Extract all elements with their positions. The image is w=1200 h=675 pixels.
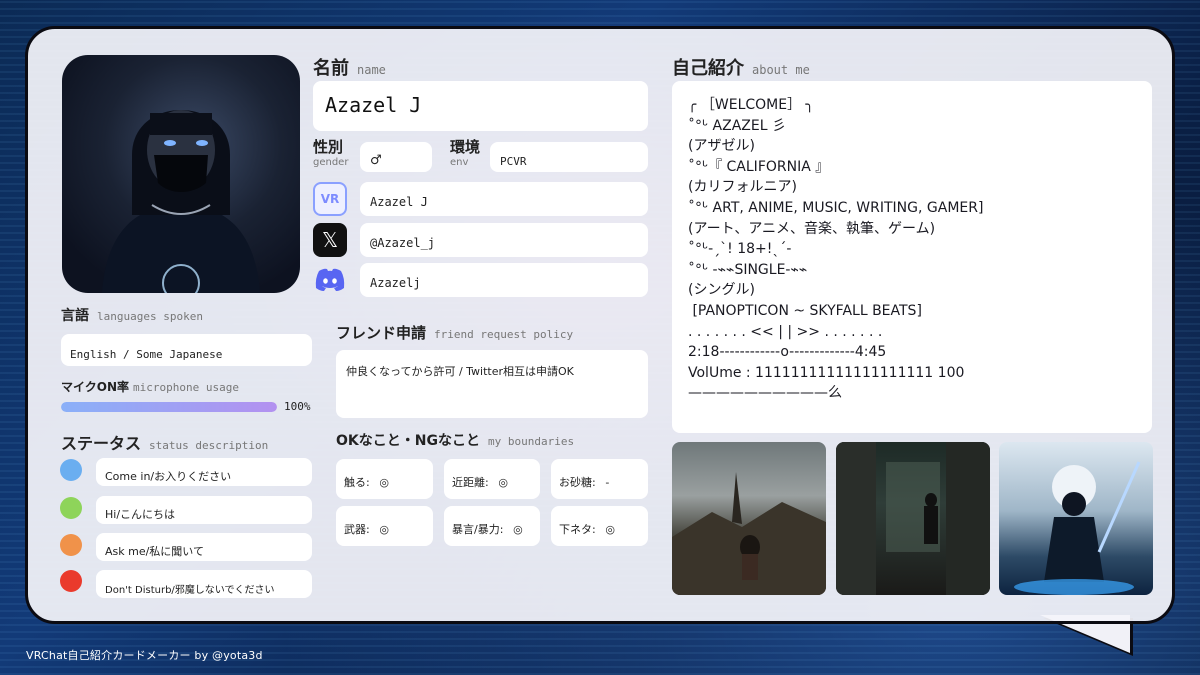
status-dot-green (60, 497, 82, 519)
mic-header: マイクON率 microphone usage (61, 380, 239, 394)
gender-field: ♂ (360, 142, 432, 172)
gender-value: ♂ (370, 153, 382, 168)
about-line: ˚°ᒡ『 CALIFORNIA 』 (688, 158, 830, 175)
boundary-relationship: お砂糖: - (551, 459, 648, 499)
about-line: . . . . . . . << | | >> . . . . . . . (688, 323, 883, 340)
discord-icon (313, 263, 347, 297)
x-field: @Azazel_j (360, 223, 648, 257)
about-line: (アザゼル) (688, 138, 755, 155)
env-label: 環境 env (450, 140, 480, 170)
name-field: Azazel J (313, 81, 648, 131)
x-handle: @Azazel_j (370, 236, 436, 250)
vrchat-username: Azazel J (370, 195, 428, 209)
env-title: 環境 (450, 138, 481, 156)
name-header: 名前 name (313, 54, 386, 80)
about-line: ——————————么 (688, 385, 842, 402)
status-item: Ask me/私に聞いて (96, 533, 312, 561)
env-field: PCVR (490, 142, 648, 172)
mic-usage-bar (61, 402, 277, 412)
boundary-proximity: 近距離: ◎ (444, 459, 540, 499)
about-line: ˚°ᒡ-ˏˋ! 18+!ˎˊ- (688, 241, 792, 258)
status-dot-orange (60, 534, 82, 556)
status-header: ステータス status description (61, 434, 269, 453)
boundary-lewd: 下ネタ: ◎ (551, 506, 648, 546)
gallery-photo (836, 442, 990, 595)
avatar-image (62, 55, 300, 293)
vrchat-icon: VR (313, 182, 347, 216)
about-line: (シングル) (688, 282, 755, 299)
about-line: 2:18------------o-------------4:45 (688, 344, 887, 361)
about-line: (アート、アニメ、音楽、執筆、ゲーム) (688, 220, 936, 237)
languages-header: 言語 languages spoken (61, 308, 203, 324)
gender-label: 性別 gender (313, 140, 348, 170)
boundaries-header: OKなこと・NGなこと my boundaries (336, 433, 575, 449)
status-item: Hi/こんにちは (96, 496, 312, 524)
name-value: Azazel J (325, 93, 422, 117)
status-dot-red (60, 570, 82, 592)
gender-subtitle: gender (313, 157, 349, 168)
languages-value: English / Some Japanese (70, 348, 223, 361)
about-line: ˚°ᒡ ART, ANIME, MUSIC, WRITING, GAMER] (688, 199, 984, 216)
about-line: VolUme : 11111111111111111111 100 (688, 364, 965, 381)
boundary-violence: 暴言/暴力: ◎ (444, 506, 540, 546)
about-line: ╭ ［WELCOME］ ╮ (688, 97, 814, 113)
about-line: (カリフォルニア) (688, 179, 797, 196)
friend-request-header: フレンド申請 friend request policy (336, 324, 574, 342)
boundary-weapons: 武器: ◎ (336, 506, 433, 546)
about-line: [PANOPTICON ~ SKYFALL BEATS] (688, 302, 922, 319)
mic-usage-value: 100% (284, 400, 311, 413)
footer-credit: VRChat自己紹介カードメーカー by @yota3d (26, 649, 263, 662)
gallery-photo (999, 442, 1153, 595)
mic-usage-fill (61, 402, 277, 412)
gender-title: 性別 (313, 138, 344, 156)
env-value: PCVR (500, 155, 527, 168)
status-item: Don't Disturb/邪魔しないでください (96, 570, 312, 598)
friend-request-field: 仲良くなってから許可 / Twitter相互は申請OK (336, 350, 648, 418)
languages-field: English / Some Japanese (61, 334, 312, 366)
discord-username: Azazelj (370, 276, 421, 290)
friend-request-value: 仲良くなってから許可 / Twitter相互は申請OK (346, 365, 574, 378)
gallery-photo (672, 442, 826, 595)
name-title: 名前 (313, 58, 349, 79)
about-header: 自己紹介 about me (672, 58, 810, 79)
about-me-panel: ╭ ［WELCOME］ ╮ ˚°ᒡ AZAZEL 彡 (アザゼル) ˚°ᒡ『 C… (672, 81, 1152, 433)
x-icon: 𝕏 (313, 223, 347, 257)
status-item: Come in/お入りください (96, 458, 312, 486)
about-line: ˚°ᒡ AZAZEL 彡 (688, 117, 786, 134)
vrchat-field: Azazel J (360, 182, 648, 216)
name-subtitle: name (357, 63, 386, 77)
discord-field: Azazelj (360, 263, 648, 297)
status-dot-blue (60, 459, 82, 481)
boundary-touch: 触る: ◎ (336, 459, 433, 499)
about-line: ˚°ᒡ -⌁⌁SINGLE-⌁⌁ (688, 261, 808, 278)
env-subtitle: env (450, 157, 469, 168)
